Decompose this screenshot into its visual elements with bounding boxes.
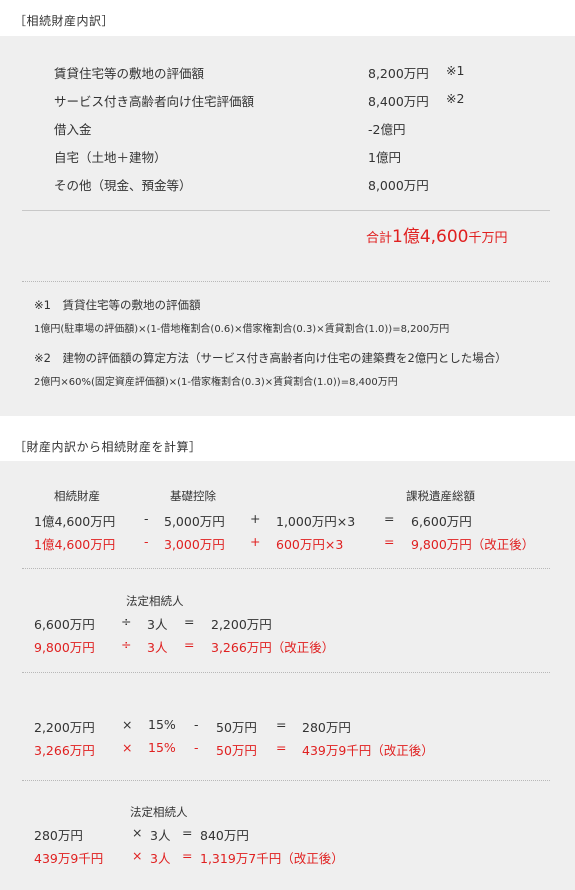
calc-operator: = bbox=[184, 637, 195, 652]
divider bbox=[22, 568, 550, 569]
calc-term: 3,266万円 bbox=[34, 743, 95, 758]
calc-result: 439万9千円（改正後） bbox=[302, 743, 434, 758]
calc-term: 600万円×3 bbox=[276, 537, 344, 552]
calc-term: 2,200万円 bbox=[34, 720, 95, 735]
calc-term: 280万円 bbox=[34, 828, 83, 843]
calc-term: 3人 bbox=[150, 851, 171, 866]
calc-operator: = bbox=[182, 848, 193, 863]
calc-term: 1,000万円×3 bbox=[276, 514, 356, 529]
calc-result: 2,200万円 bbox=[211, 617, 272, 632]
calc-operator: + bbox=[250, 534, 261, 549]
calc-operator: = bbox=[276, 740, 287, 755]
asset-value: -2億円 bbox=[368, 122, 406, 137]
calc-term: 3人 bbox=[147, 640, 168, 655]
calc-result: 3,266万円（改正後） bbox=[211, 640, 335, 655]
asset-label: サービス付き高齢者向け住宅評価額 bbox=[54, 94, 255, 109]
calc-operator: - bbox=[194, 717, 199, 732]
label-basic-deduction: 基礎控除 bbox=[170, 489, 216, 503]
calc-operator: = bbox=[184, 614, 195, 629]
asset-note: ※1 bbox=[446, 63, 465, 78]
section-heading-calculation: ［財産内訳から相続財産を計算］ bbox=[14, 440, 202, 454]
label-taxable-estate: 課税遺産総額 bbox=[406, 489, 475, 503]
calc-operator: - bbox=[144, 534, 149, 549]
section-heading-estate-breakdown: ［相続財産内訳］ bbox=[14, 14, 115, 28]
calc-term: 50万円 bbox=[216, 720, 257, 735]
total-value: 1億4,600 bbox=[392, 227, 469, 247]
divider bbox=[22, 780, 550, 781]
asset-label: 自宅（土地＋建物） bbox=[54, 150, 167, 165]
calc-operator: = bbox=[276, 717, 287, 732]
calc-operator: = bbox=[384, 511, 395, 526]
asset-value: 1億円 bbox=[368, 150, 401, 165]
calc-operator: ÷ bbox=[121, 637, 132, 652]
label-legal-heirs: 法定相続人 bbox=[130, 805, 188, 819]
asset-label: その他（現金、預金等） bbox=[54, 178, 192, 193]
calc-term: 3人 bbox=[147, 617, 168, 632]
calc-operator: + bbox=[250, 511, 261, 526]
total-unit: 千万円 bbox=[468, 231, 508, 246]
note-formula: 1億円(駐車場の評価額)×(1-借地権割合(0.6)×借家権割合(0.3)×賃貸… bbox=[34, 324, 450, 335]
calc-result: 1,319万7千円（改正後） bbox=[200, 851, 344, 866]
calc-operator: × bbox=[122, 717, 133, 732]
calc-result: 840万円 bbox=[200, 828, 249, 843]
calc-term: 15% bbox=[148, 740, 176, 755]
calc-operator: × bbox=[132, 848, 143, 863]
asset-value: 8,000万円 bbox=[368, 178, 429, 193]
note-formula: 2億円×60%(固定資産評価額)×(1-借家権割合(0.3)×賃貸割合(1.0)… bbox=[34, 377, 398, 388]
calc-term: 1億4,600万円 bbox=[34, 514, 116, 529]
divider bbox=[22, 210, 550, 211]
asset-label: 賃貸住宅等の敷地の評価額 bbox=[54, 66, 205, 81]
calc-operator: ÷ bbox=[121, 614, 132, 629]
total-prefix: 合計 bbox=[366, 231, 393, 246]
asset-value: 8,400万円 bbox=[368, 94, 429, 109]
calc-result: 280万円 bbox=[302, 720, 351, 735]
asset-value: 8,200万円 bbox=[368, 66, 429, 81]
label-estate: 相続財産 bbox=[54, 489, 100, 503]
calc-operator: - bbox=[144, 511, 149, 526]
asset-label: 借入金 bbox=[54, 122, 92, 137]
calc-operator: - bbox=[194, 740, 199, 755]
calc-term: 15% bbox=[148, 717, 176, 732]
note-title: ※2 建物の評価額の算定方法（サービス付き高齢者向け住宅の建築費を2億円とした場… bbox=[34, 351, 507, 365]
calc-term: 50万円 bbox=[216, 743, 257, 758]
calc-operator: = bbox=[182, 825, 193, 840]
calculation-panel: 相続財産 基礎控除 課税遺産総額 1億4,600万円 - 5,000万円 + 1… bbox=[0, 461, 575, 890]
calc-operator: × bbox=[132, 825, 143, 840]
calc-result: 9,800万円（改正後） bbox=[411, 537, 535, 552]
estate-breakdown-panel: 賃貸住宅等の敷地の評価額 8,200万円 ※1 サービス付き高齢者向け住宅評価額… bbox=[0, 36, 575, 416]
calc-term: 3,000万円 bbox=[164, 537, 225, 552]
label-legal-heirs: 法定相続人 bbox=[126, 594, 184, 608]
divider bbox=[22, 281, 550, 282]
calc-term: 439万9千円 bbox=[34, 851, 104, 866]
calc-term: 1億4,600万円 bbox=[34, 537, 116, 552]
divider bbox=[22, 672, 550, 673]
calc-term: 5,000万円 bbox=[164, 514, 225, 529]
calc-term: 6,600万円 bbox=[34, 617, 95, 632]
asset-note: ※2 bbox=[446, 91, 465, 106]
calc-result: 6,600万円 bbox=[411, 514, 472, 529]
calc-operator: = bbox=[384, 534, 395, 549]
calc-term: 3人 bbox=[150, 828, 171, 843]
calc-operator: × bbox=[122, 740, 133, 755]
note-title: ※1 賃貸住宅等の敷地の評価額 bbox=[34, 298, 201, 312]
calc-term: 9,800万円 bbox=[34, 640, 95, 655]
total-amount: 合計1億4,600千万円 bbox=[366, 222, 508, 247]
